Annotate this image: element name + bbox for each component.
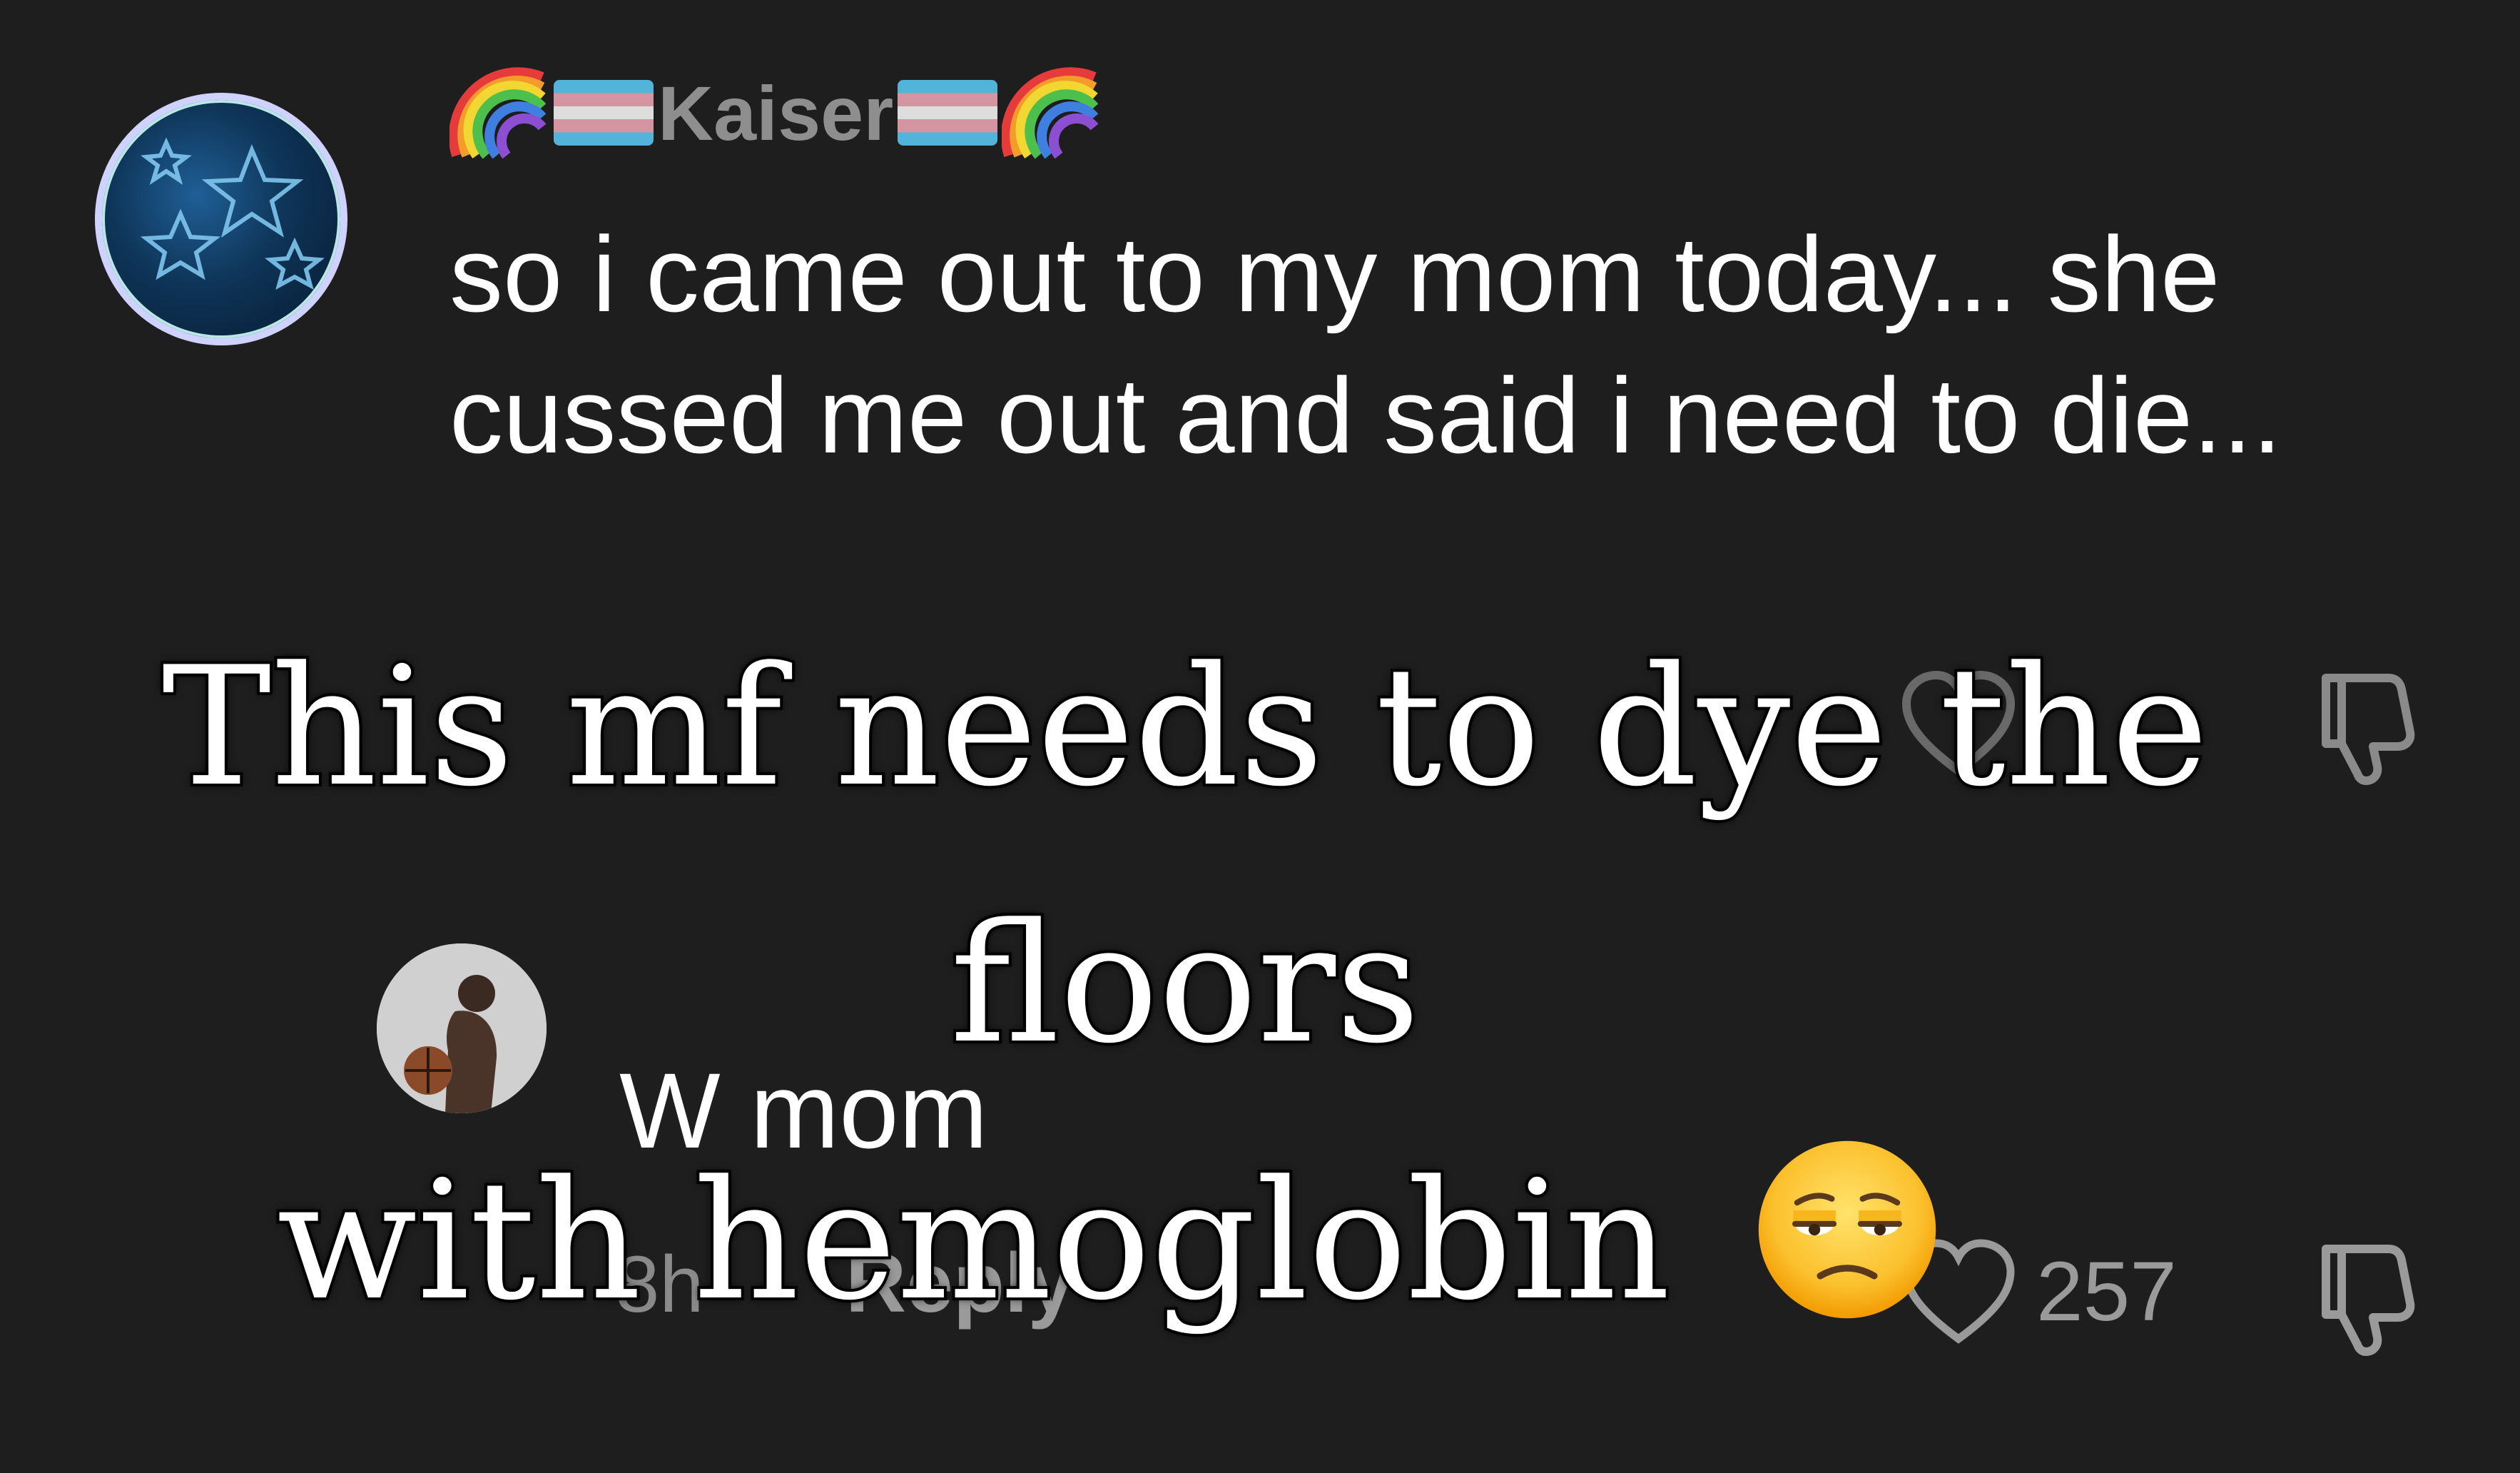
comment-text: so i came out to my mom today... she cus… xyxy=(449,214,2282,475)
relieved-face-emoji xyxy=(1758,1140,1936,1319)
transgender-flag-icon xyxy=(898,80,998,146)
rainbow-icon xyxy=(1001,63,1102,163)
comment-thread-screen: { "comment": { "author": "Kaiser", "auth… xyxy=(0,0,2520,1473)
caption-line-2-text: with hemoglobin xyxy=(274,1143,1673,1340)
avatar[interactable] xyxy=(95,93,347,345)
caption-line-2: with hemoglobin xyxy=(0,1113,2520,1370)
transgender-flag-icon xyxy=(554,80,654,146)
comment-author[interactable]: Kaiser xyxy=(449,63,1102,163)
overlay-caption: This mf needs to dye the floors with hem… xyxy=(0,599,2520,1370)
rainbow-icon xyxy=(449,63,549,163)
caption-line-1: This mf needs to dye the floors xyxy=(159,629,2211,1083)
comment-author-name: Kaiser xyxy=(658,69,894,156)
stars-pattern xyxy=(140,137,325,290)
